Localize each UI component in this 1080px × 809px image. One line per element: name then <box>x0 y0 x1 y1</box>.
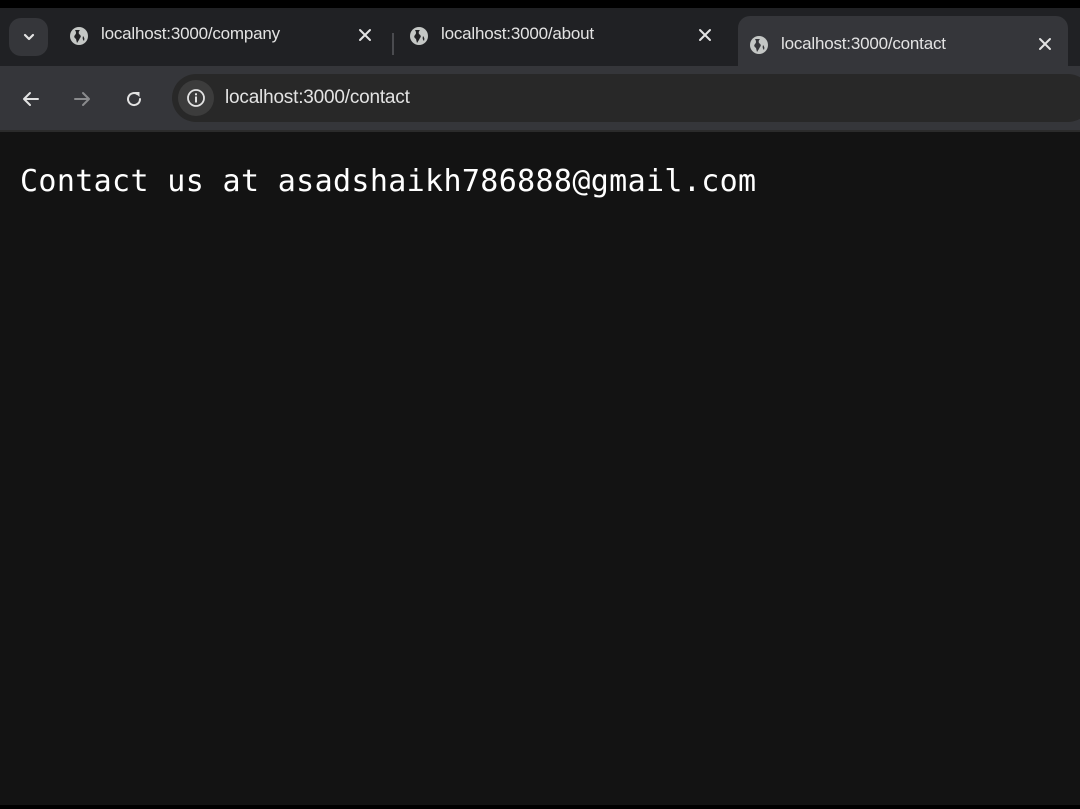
tab-search-button[interactable] <box>9 18 48 56</box>
tabstrip-right-edge <box>1072 8 1080 66</box>
globe-icon <box>750 36 768 54</box>
window-bottom-edge <box>0 805 1080 809</box>
chevron-down-icon <box>23 33 34 41</box>
tab-strip: localhost:3000/company localhost:3000/ab… <box>0 8 1080 74</box>
close-icon <box>699 29 711 41</box>
globe-icon <box>70 27 88 45</box>
url-text[interactable]: localhost:3000/contact <box>225 87 410 109</box>
browser-window: localhost:3000/company localhost:3000/ab… <box>0 0 1080 809</box>
forward-button[interactable] <box>65 82 99 116</box>
arrow-right-icon <box>74 92 90 106</box>
window-top-edge <box>0 0 1080 8</box>
tab-close-button[interactable] <box>1035 34 1055 54</box>
site-info-button[interactable] <box>178 80 214 116</box>
close-icon <box>359 29 371 41</box>
arrow-left-icon <box>23 92 39 106</box>
address-bar[interactable]: localhost:3000/contact <box>172 74 1080 122</box>
tab-separator <box>392 33 394 55</box>
info-icon <box>187 89 205 107</box>
tab-title: localhost:3000/about <box>441 24 594 43</box>
tab-title: localhost:3000/contact <box>781 34 946 53</box>
contact-heading: Contact us at asadshaikh786888@gmail.com <box>20 164 757 199</box>
back-button[interactable] <box>14 82 48 116</box>
page-content: Contact us at asadshaikh786888@gmail.com <box>0 132 1080 809</box>
tab-title: localhost:3000/company <box>101 24 280 43</box>
reload-icon <box>127 92 142 107</box>
tab-about[interactable]: localhost:3000/about <box>398 8 728 58</box>
browser-toolbar: localhost:3000/contact <box>0 66 1080 132</box>
tab-close-button[interactable] <box>695 25 715 45</box>
tab-company[interactable]: localhost:3000/company <box>58 8 388 58</box>
globe-icon <box>410 27 428 45</box>
close-icon <box>1039 38 1051 50</box>
tab-close-button[interactable] <box>355 25 375 45</box>
reload-button[interactable] <box>117 82 151 116</box>
